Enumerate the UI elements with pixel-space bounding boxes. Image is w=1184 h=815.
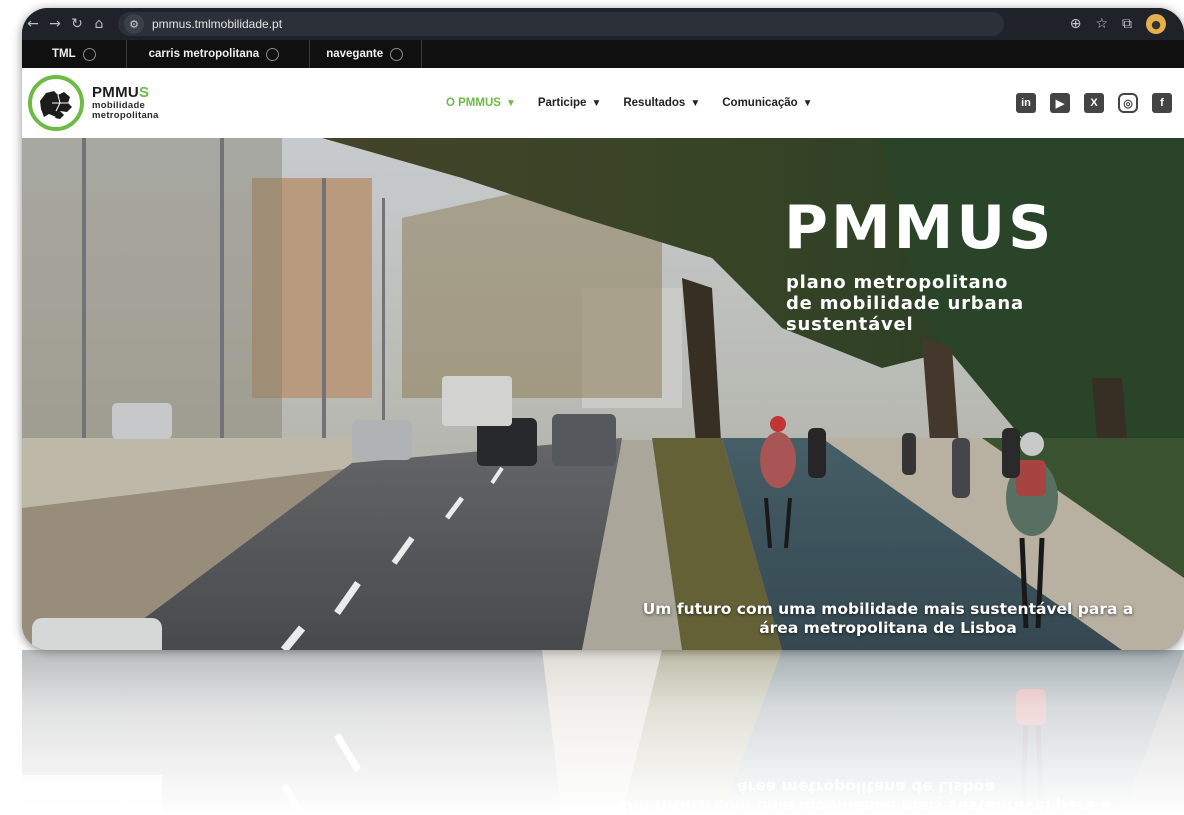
linkedin-icon[interactable]: in (1016, 93, 1036, 113)
profile-avatar-icon[interactable]: ● (1146, 14, 1166, 34)
hero-banner: PMMUS plano metropolitano de mobilidade … (22, 138, 1184, 650)
screenshot-frame: ← → ↻ ⌂ ⚙ pmmus.tmlmobilidade.pt ⊕ ☆ ⧉ ●… (22, 8, 1184, 650)
browser-toolbar: ← → ↻ ⌂ ⚙ pmmus.tmlmobilidade.pt ⊕ ☆ ⧉ ● (22, 8, 1184, 40)
partner-links-bar: TML carris metropolitana navegante (22, 40, 1184, 68)
url-text: pmmus.tmlmobilidade.pt (152, 17, 283, 31)
caret-down-icon: ▼ (802, 97, 813, 109)
reflection-fade (22, 650, 1184, 815)
hero-tagline-line: área metropolitana de Lisboa (759, 619, 1017, 637)
facebook-icon[interactable]: f (1152, 93, 1172, 113)
topbar-link-label: carris metropolitana (148, 48, 260, 60)
hero-subtitle-line: de mobilidade urbana (786, 293, 1024, 314)
zoom-icon[interactable]: ⊕ (1070, 16, 1082, 32)
hero-subtitle-line: sustentável (786, 314, 914, 335)
topbar-link-label: navegante (326, 48, 384, 60)
reload-icon[interactable]: ↻ (66, 16, 88, 32)
logo-title: PMMUS (92, 84, 150, 102)
hero-subtitle: plano metropolitano de mobilidade urbana… (786, 272, 1024, 335)
frame-reflection: Um futuro com uma mobilidade mais susten… (22, 650, 1184, 815)
social-links: in ▶ X ◎ f (1016, 68, 1172, 138)
caret-down-icon: ▼ (505, 97, 516, 109)
x-icon[interactable]: X (1084, 93, 1104, 113)
youtube-icon[interactable]: ▶ (1050, 93, 1070, 113)
topbar-link-navegante[interactable]: navegante (310, 40, 423, 68)
nav-item-o-pmmus[interactable]: O PMMUS ▼ (446, 97, 516, 109)
back-arrow-icon[interactable]: ← (22, 16, 44, 32)
instagram-icon[interactable]: ◎ (1118, 93, 1138, 113)
caret-down-icon: ▼ (690, 97, 701, 109)
nav-item-comunicacao[interactable]: Comunicação ▼ (722, 97, 812, 109)
circle-icon (266, 47, 280, 61)
home-icon[interactable]: ⌂ (88, 16, 110, 32)
topbar-link-tml[interactable]: TML (22, 40, 127, 68)
hero-title: PMMUS (784, 193, 1055, 263)
map-logo-icon (28, 75, 84, 131)
main-navigation: O PMMUS ▼ Participe ▼ Resultados ▼ Comunica… (446, 68, 813, 138)
topbar-link-carris[interactable]: carris metropolitana (127, 40, 311, 68)
hero-tagline: Um futuro com uma mobilidade mais susten… (588, 600, 1184, 638)
forward-arrow-icon[interactable]: → (44, 16, 66, 32)
hero-tagline-line: Um futuro com uma mobilidade mais susten… (642, 600, 1134, 618)
bookmark-star-icon[interactable]: ☆ (1095, 16, 1108, 32)
address-bar[interactable]: ⚙ pmmus.tmlmobilidade.pt (118, 12, 1004, 36)
extensions-icon[interactable]: ⧉ (1122, 16, 1132, 32)
circle-icon (390, 47, 404, 61)
hero-subtitle-line: plano metropolitano (786, 272, 1009, 293)
topbar-link-label: TML (52, 48, 76, 60)
logo-subtitle-line-2: metropolitana (92, 109, 159, 121)
site-header: PMMUS mobilidade metropolitana O PMMUS ▼ … (22, 68, 1184, 138)
site-settings-icon[interactable]: ⚙ (124, 14, 144, 34)
circle-icon (82, 47, 96, 61)
caret-down-icon: ▼ (591, 97, 602, 109)
nav-item-resultados[interactable]: Resultados ▼ (623, 97, 700, 109)
nav-item-participe[interactable]: Participe ▼ (538, 97, 601, 109)
site-logo[interactable]: PMMUS mobilidade metropolitana (28, 75, 159, 131)
